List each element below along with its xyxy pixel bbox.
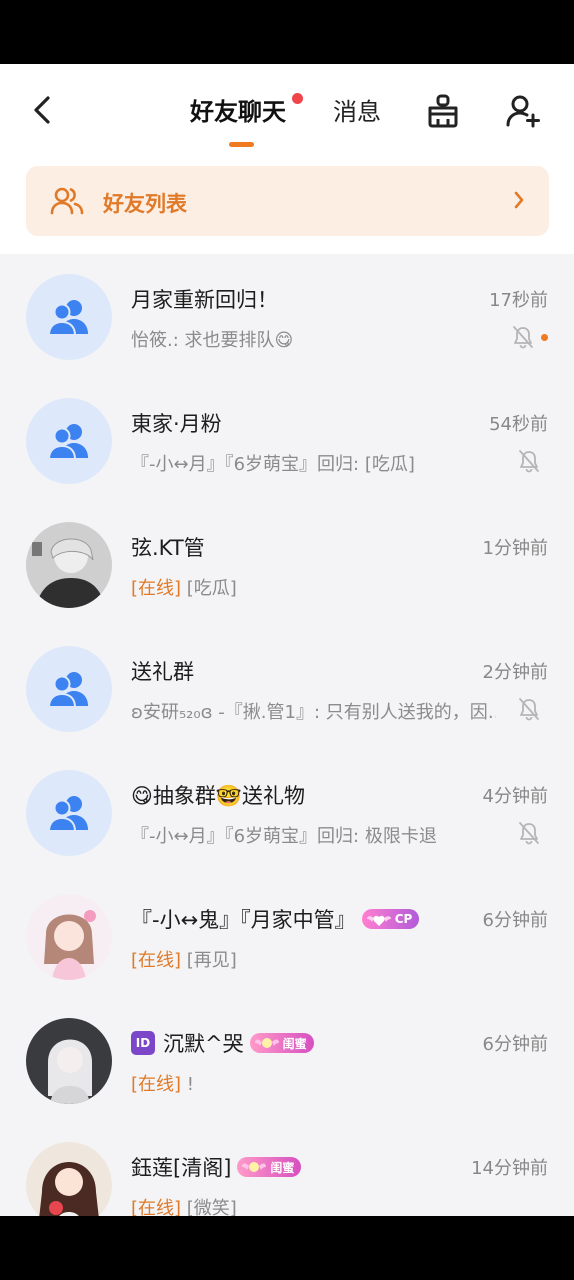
friends-list-button[interactable]: 好友列表 (26, 166, 549, 236)
chat-time: 17秒前 (489, 290, 548, 311)
chat-time: 4分钟前 (482, 786, 548, 807)
tab-messages[interactable]: 消息 (333, 92, 381, 127)
user-photo-icon (26, 522, 112, 608)
chat-row[interactable]: 😋抽象群🤓送礼物 4分钟前 『-小↔月』『6岁萌宝』回归: 极限卡退 (0, 750, 574, 874)
wings-icon (242, 1162, 267, 1172)
status-bar-area (0, 0, 574, 64)
tab-friend-chat[interactable]: 好友聊天 (190, 92, 286, 127)
user-photo-icon (26, 1142, 112, 1216)
chat-time: 54秒前 (489, 414, 548, 435)
chat-row[interactable]: 弦.KT管 1分钟前 [在线] [吃瓜] (0, 502, 574, 626)
chat-row[interactable]: ID 沉默^哭 闺蜜 6分钟前 [在线] ! (0, 998, 574, 1122)
chat-time: 14分钟前 (471, 1158, 548, 1179)
online-status: [在线] (131, 1074, 182, 1095)
add-user-icon (506, 95, 540, 128)
mute-bell-icon (519, 450, 539, 473)
unread-dot (541, 334, 548, 341)
chat-row[interactable]: 鈺莲[清阁] 闺蜜 14分钟前 [在线] [微笑] (0, 1122, 574, 1216)
header: 好友聊天 消息 好友列表 (0, 64, 574, 254)
chat-row[interactable]: 東家·月粉 54秒前 『-小↔月』『6岁萌宝』回归: [吃瓜] (0, 378, 574, 502)
mute-bell-icon (513, 326, 533, 349)
bestie-badge: 闺蜜 (249, 1033, 314, 1053)
online-status: [在线] (131, 950, 182, 971)
chat-name: 弦.KT管 (131, 536, 205, 560)
user-photo-icon (26, 894, 112, 980)
chat-name: 『-小↔鬼』『月家中管』 CP (131, 904, 420, 934)
cp-badge: CP (361, 909, 420, 929)
user-avatar (26, 1142, 112, 1216)
chat-screen: 好友聊天 消息 好友列表 月家重新回归！ 17秒前 怡筱.: 求也要排队😋 東家… (0, 64, 574, 1216)
clean-button[interactable] (422, 90, 464, 132)
chat-name: 月家重新回归！ (131, 288, 278, 312)
bestie-badge: 闺蜜 (237, 1157, 302, 1177)
group-users-icon (47, 424, 88, 460)
friends-list-label: 好友列表 (103, 192, 187, 216)
chat-name: 鈺莲[清阁] 闺蜜 (131, 1152, 302, 1182)
active-tab-indicator (229, 142, 254, 147)
group-avatar (26, 274, 112, 360)
chat-preview: 怡筱.: 求也要排队😋 (131, 330, 294, 351)
online-status: [在线] (131, 1198, 182, 1216)
chat-row[interactable]: 送礼群 2分钟前 ʚ安研₅₂₀ɞ -『揪.管1』: 只有别人送我的，因… (0, 626, 574, 750)
group-avatar (26, 770, 112, 856)
chat-preview: 『-小↔月』『6岁萌宝』回归: 极限卡退 (131, 826, 437, 847)
chat-preview: [在线] [微笑] (131, 1194, 237, 1216)
chevron-left-icon (34, 96, 50, 124)
user-avatar (26, 522, 112, 608)
back-button[interactable] (22, 90, 62, 130)
chat-time: 6分钟前 (482, 1034, 548, 1055)
chat-row[interactable]: 月家重新回归！ 17秒前 怡筱.: 求也要排队😋 (0, 254, 574, 378)
navigation-bar-area (0, 1216, 574, 1280)
chat-preview: [在线] [吃瓜] (131, 578, 237, 599)
chat-time: 1分钟前 (482, 538, 548, 559)
online-status: [在线] (131, 578, 182, 599)
heart-wings-icon (366, 915, 391, 926)
tab-notification-dot (292, 93, 303, 104)
chat-preview: ʚ安研₅₂₀ɞ -『揪.管1』: 只有别人送我的，因… (131, 702, 496, 723)
chat-preview: [在线] ! (131, 1074, 194, 1095)
group-users-icon (47, 300, 88, 336)
add-friend-button[interactable] (502, 90, 544, 132)
group-avatar (26, 646, 112, 732)
chat-name: 😋抽象群🤓送礼物 (131, 784, 306, 808)
mute-bell-icon (519, 698, 539, 721)
user-avatar (26, 1018, 112, 1104)
chat-name: 送礼群 (131, 660, 194, 684)
mute-bell-icon (519, 822, 539, 845)
wings-icon (254, 1038, 279, 1048)
chat-name: ID 沉默^哭 闺蜜 (131, 1028, 314, 1058)
group-users-icon (47, 796, 88, 832)
two-users-icon (50, 187, 84, 215)
chat-preview: [在线] [再见] (131, 950, 237, 971)
chevron-right-icon (514, 191, 524, 209)
group-users-icon (47, 672, 88, 708)
group-avatar (26, 398, 112, 484)
chat-row[interactable]: 『-小↔鬼』『月家中管』 CP 6分钟前 [在线] [再见] (0, 874, 574, 998)
chat-preview: 『-小↔月』『6岁萌宝』回归: [吃瓜] (131, 454, 415, 475)
broom-icon (428, 94, 458, 128)
user-photo-icon (26, 1018, 112, 1104)
id-tag: ID (131, 1031, 155, 1055)
chat-name: 東家·月粉 (131, 412, 222, 436)
chat-time: 2分钟前 (482, 662, 548, 683)
chat-time: 6分钟前 (482, 910, 548, 931)
user-avatar (26, 894, 112, 980)
